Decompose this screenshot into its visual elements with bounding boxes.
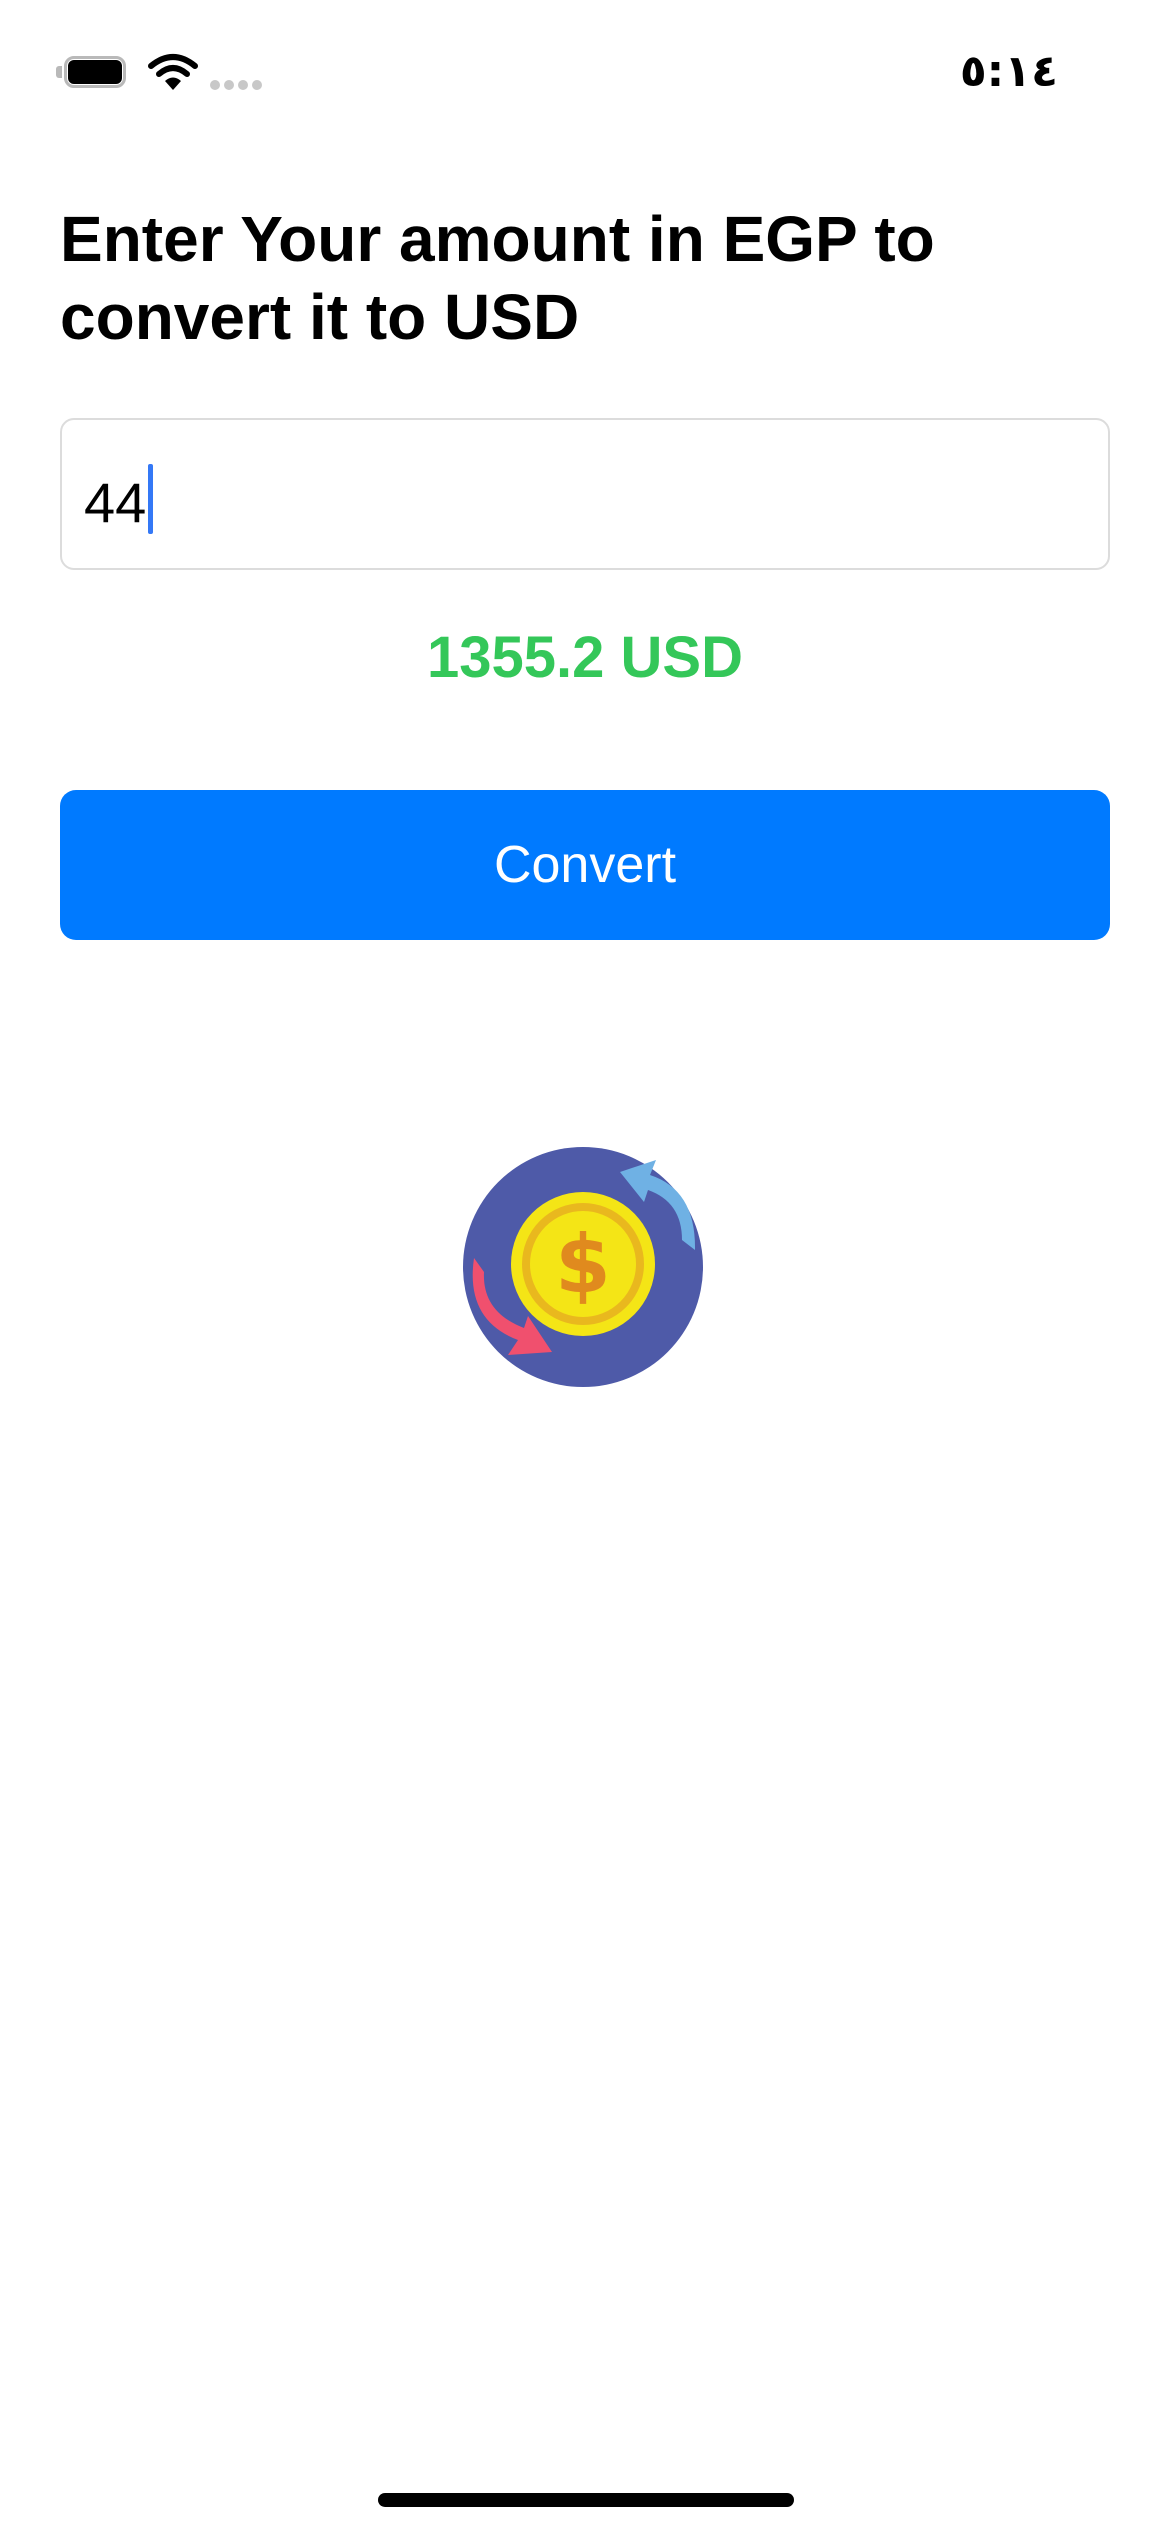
signal-icon [210,80,266,92]
conversion-result: 1355.2 USD [427,625,743,690]
amount-input-text: 44 [84,471,147,534]
svg-text:$: $ [555,1218,611,1311]
battery-icon [56,56,130,92]
status-bar: ٥:١٤ [0,0,1170,150]
amount-input[interactable]: 44 [60,418,1110,570]
wifi-icon [148,54,198,90]
status-time: ٥:١٤ [959,46,1058,97]
home-indicator[interactable] [378,2493,794,2507]
currency-exchange-icon: $ [463,1147,703,1387]
amount-input-value[interactable]: 44 [84,464,154,535]
page-title: Enter Your amount in EGP to convert it t… [60,203,935,353]
convert-button[interactable]: Convert [60,790,1110,940]
text-caret [148,464,154,534]
